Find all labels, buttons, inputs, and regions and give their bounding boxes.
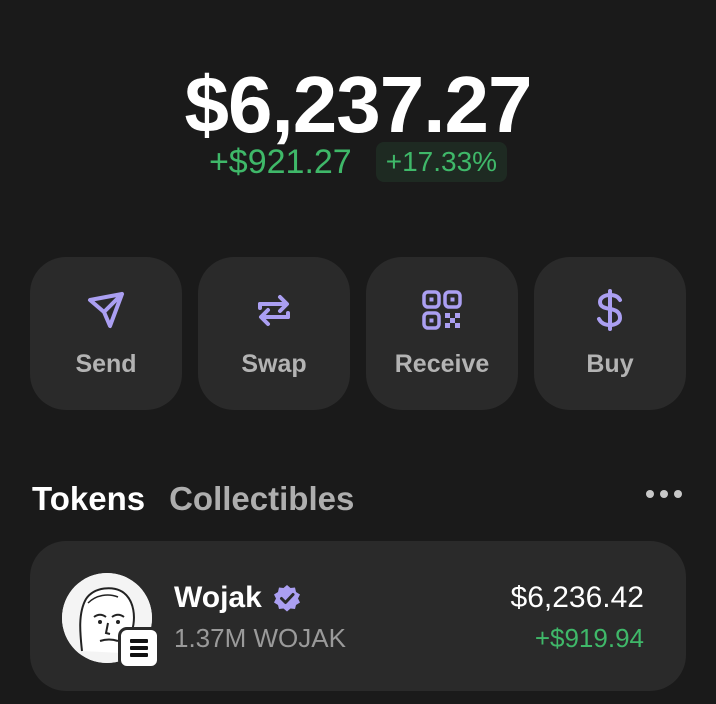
swap-label: Swap <box>241 350 307 378</box>
action-bar: Send Swap Receive Buy <box>30 257 686 410</box>
asset-tabs: Tokens Collectibles <box>32 480 354 518</box>
solana-icon <box>118 627 160 669</box>
tab-collectibles[interactable]: Collectibles <box>169 480 354 518</box>
balance-change-row: +$921.27 +17.33% <box>0 142 716 182</box>
token-name-row: Wojak <box>174 581 302 615</box>
verified-badge-icon <box>273 585 300 612</box>
qr-code-icon <box>422 290 462 330</box>
token-change: +$919.94 <box>534 623 644 653</box>
more-horizontal-icon[interactable] <box>646 490 682 498</box>
token-name: Wojak <box>174 581 262 614</box>
buy-button[interactable]: Buy <box>534 257 686 410</box>
token-row-wojak[interactable]: Wojak 1.37M WOJAK $6,236.42 +$919.94 <box>30 541 686 691</box>
total-balance: $6,237.27 <box>184 60 533 149</box>
receive-label: Receive <box>394 350 490 378</box>
receive-button[interactable]: Receive <box>366 257 518 410</box>
token-value: $6,236.42 <box>510 581 644 614</box>
balance-change-abs: +$921.27 <box>208 142 352 181</box>
swap-button[interactable]: Swap <box>198 257 350 410</box>
send-icon <box>88 292 124 328</box>
send-button[interactable]: Send <box>30 257 182 410</box>
balance-change-pct: +17.33% <box>375 142 508 182</box>
send-label: Send <box>75 350 137 378</box>
token-amount: 1.37M WOJAK <box>174 623 346 653</box>
swap-icon <box>258 295 290 326</box>
dollar-icon <box>597 289 623 331</box>
buy-label: Buy <box>586 350 634 378</box>
tab-tokens[interactable]: Tokens <box>32 480 145 518</box>
